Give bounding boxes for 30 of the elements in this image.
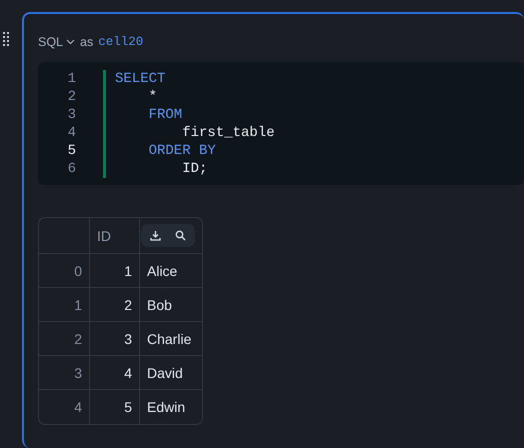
line-number: 3: [66, 106, 76, 124]
table-cell: 5: [90, 390, 140, 424]
cell-name[interactable]: cell20: [98, 35, 144, 49]
row-index: 3: [39, 356, 90, 390]
download-icon[interactable]: [150, 230, 161, 241]
table-cell: Charlie: [140, 322, 202, 356]
row-index: 2: [39, 322, 90, 356]
line-number: 2: [66, 88, 76, 106]
sql-code: SELECT * FROM first_table ORDER BY ID;: [115, 70, 275, 178]
table-cell: 1: [90, 254, 140, 288]
line-number: 4: [66, 124, 76, 142]
row-index: 1: [39, 288, 90, 322]
line-number: 6: [66, 160, 76, 178]
chevron-down-icon: [66, 39, 76, 45]
line-number: 5: [66, 142, 76, 160]
row-index: 0: [39, 254, 90, 288]
table-cell: 3: [90, 322, 140, 356]
as-label: as: [80, 35, 94, 49]
row-index: 4: [39, 390, 90, 424]
table-cell: Bob: [140, 288, 202, 322]
drag-handle-icon[interactable]: [3, 32, 9, 46]
column-header[interactable]: ID: [90, 218, 140, 254]
table-cell: Alice: [140, 254, 202, 288]
table-cell: 2: [90, 288, 140, 322]
table-cell-text: Edwin: [146, 398, 186, 417]
table-cell: 4: [90, 356, 140, 390]
language-dropdown[interactable]: SQL: [38, 35, 76, 49]
table-cell: David: [140, 356, 202, 390]
line-number: 1: [66, 70, 76, 88]
search-icon[interactable]: [175, 230, 186, 241]
